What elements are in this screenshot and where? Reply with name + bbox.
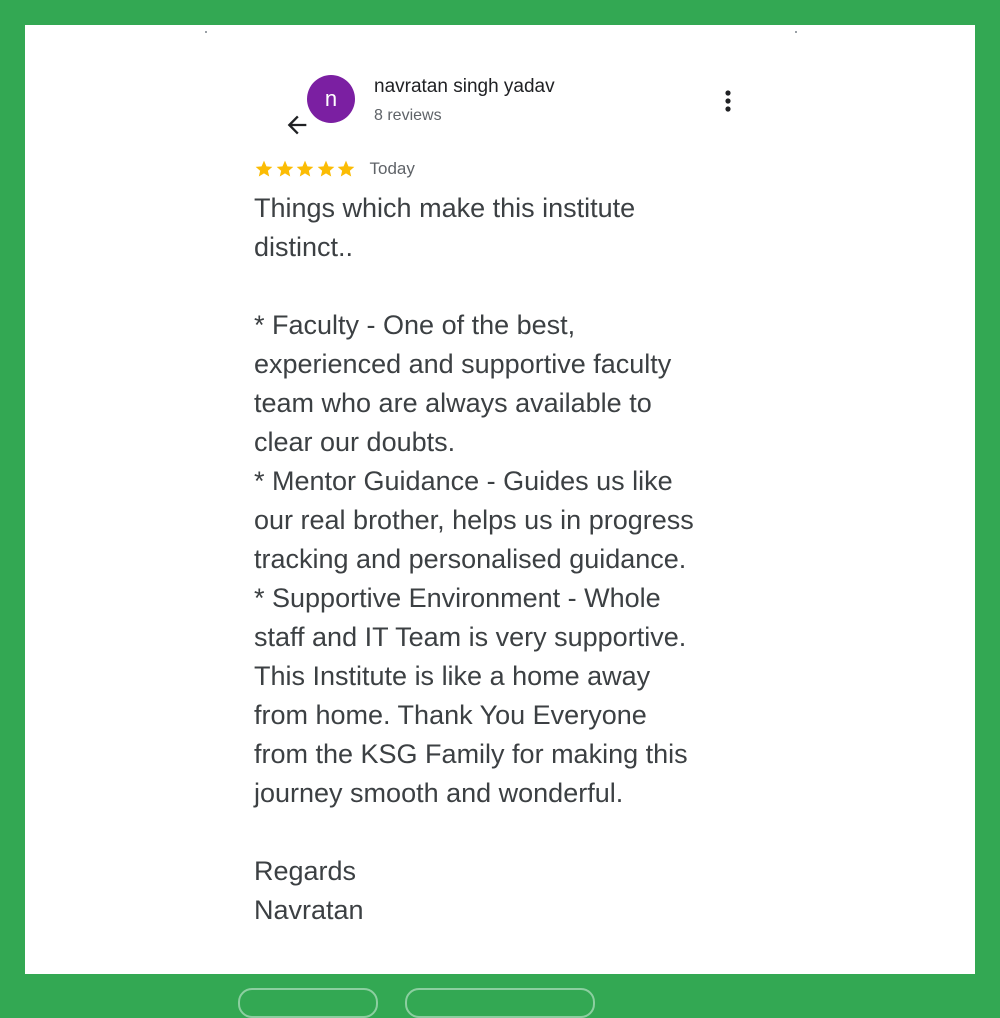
- star-rating: [254, 159, 357, 179]
- review-line: Things which make this institute: [254, 193, 636, 223]
- artifact-dot: [205, 31, 207, 33]
- review-line: our real brother, helps us in progress: [254, 505, 694, 535]
- bottom-chip[interactable]: [238, 988, 378, 1018]
- review-line: from home. Thank You Everyone: [254, 700, 647, 730]
- review-line: from the KSG Family for making this: [254, 739, 688, 769]
- artifact-dot: [795, 31, 797, 33]
- star-icon: [255, 160, 273, 177]
- review-line: This Institute is like a home away: [254, 661, 651, 691]
- star-icon: [317, 160, 334, 177]
- review-line: clear our doubts.: [254, 427, 456, 457]
- review-line: * Faculty - One of the best,: [254, 310, 576, 340]
- arrow-left-icon: [287, 115, 307, 135]
- review-line: experienced and supportive faculty: [254, 349, 672, 379]
- more-vert-icon: [725, 90, 731, 112]
- star-icon: [337, 160, 355, 177]
- star-icon: [276, 160, 293, 177]
- review-line: team who are always available to: [254, 388, 652, 418]
- review-text: Things which make this institute distinct…: [254, 189, 774, 930]
- review-line: Navratan: [254, 895, 364, 925]
- review-line: staff and IT Team is very supportive.: [254, 622, 687, 652]
- bottom-chip[interactable]: [405, 988, 595, 1018]
- reviewer-name[interactable]: navratan singh yadav: [374, 76, 555, 98]
- review-date: Today: [369, 159, 415, 178]
- star-icon: [296, 160, 314, 177]
- review-line: journey smooth and wonderful.: [254, 778, 624, 808]
- review-line: Regards: [254, 856, 357, 886]
- more-options-button[interactable]: [713, 83, 743, 119]
- avatar-letter: n: [324, 86, 338, 111]
- rating-row: Today: [254, 156, 415, 182]
- avatar[interactable]: n: [307, 75, 355, 123]
- review-line: tracking and personalised guidance.: [254, 544, 687, 574]
- review-line: * Supportive Environment - Whole: [254, 583, 661, 613]
- review-card: n navratan singh yadav 8 reviews Today T…: [25, 25, 975, 974]
- review-line: * Mentor Guidance - Guides us like: [254, 466, 673, 496]
- review-count: 8 reviews: [374, 107, 442, 124]
- review-line: distinct..: [254, 232, 354, 262]
